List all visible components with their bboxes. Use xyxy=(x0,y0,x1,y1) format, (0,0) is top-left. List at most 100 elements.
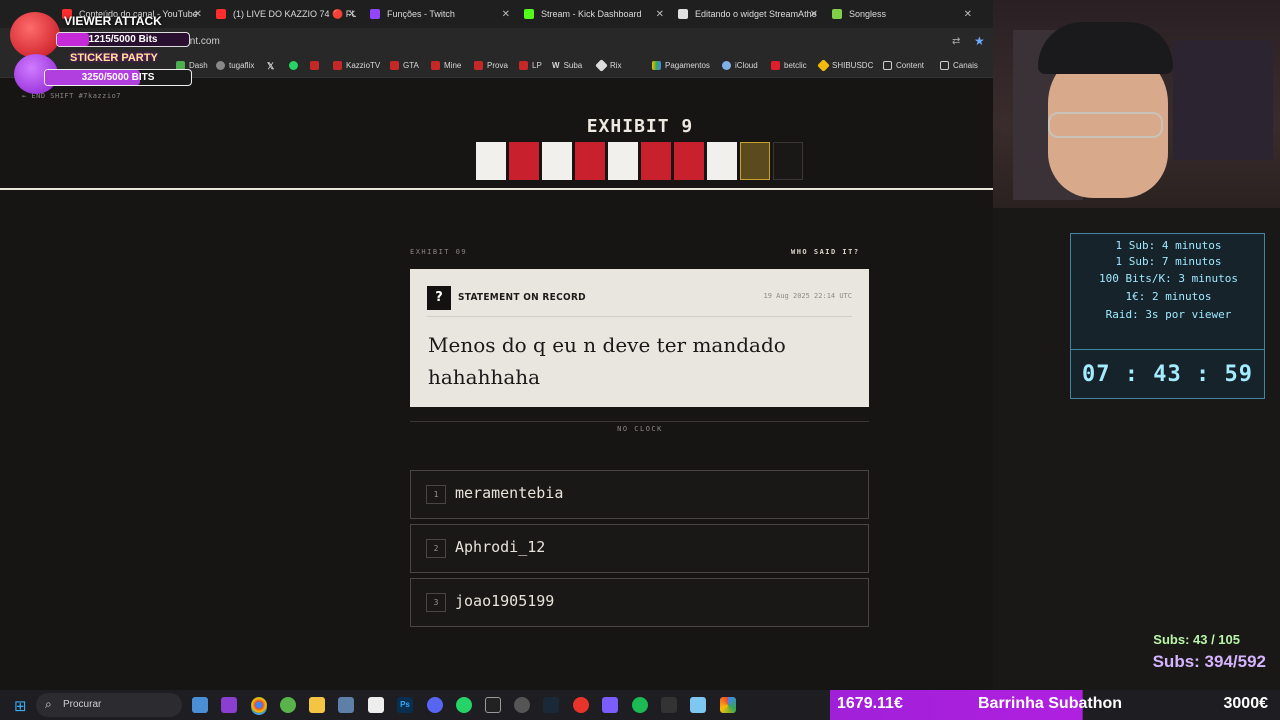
answer-option[interactable]: 2 Aphrodi_12 xyxy=(410,524,869,573)
rule-line: 1 Sub: 7 minutos xyxy=(1115,255,1222,268)
rule-line: 100 Bits/K: 3 minutos xyxy=(1098,272,1239,285)
camera-app-icon[interactable] xyxy=(221,697,237,713)
whatsapp-icon[interactable] xyxy=(456,697,472,713)
page-content: ← END SHIFT #7kazzio7 EXHIBIT 9 EXHIBIT … xyxy=(0,78,993,690)
google-drive-icon xyxy=(652,61,661,70)
card-divider xyxy=(427,316,852,317)
bits-progress-text: 1215/5000 Bits xyxy=(88,34,158,45)
diamond-icon xyxy=(595,59,608,72)
answer-option[interactable]: 1 meramentebia xyxy=(410,470,869,519)
bookmark-icloud[interactable]: iCloud xyxy=(722,61,758,70)
photoshop-icon[interactable]: Ps xyxy=(397,697,413,713)
notepad-icon[interactable] xyxy=(690,697,706,713)
viewer-attack-title: VIEWER ATTACK xyxy=(64,14,162,28)
x-logo-icon: 𝕏 xyxy=(267,61,275,71)
subathon-current: 1679.11€ xyxy=(837,695,903,712)
folder-icon[interactable] xyxy=(309,697,325,713)
bookmark-rix[interactable]: Rix xyxy=(595,59,622,72)
progress-square xyxy=(608,142,638,180)
bookmark-label: SHIBUSDC xyxy=(832,61,874,70)
tab-streamathon[interactable]: Editando o widget StreamAthe ✕ xyxy=(678,4,818,24)
tab-songless[interactable]: Songless ✕ xyxy=(832,4,972,24)
bookmark-betclic[interactable]: betclic xyxy=(771,61,807,70)
bookmark-prova[interactable]: Prova xyxy=(474,61,508,70)
bookmark-suba[interactable]: W Suba xyxy=(552,61,582,70)
bookmark-label: Prova xyxy=(487,61,508,70)
grid-app-icon[interactable] xyxy=(602,697,618,713)
bookmark-tugaflix[interactable]: tugaflix xyxy=(216,61,254,70)
bookmark-canais[interactable]: Canais xyxy=(940,61,978,70)
answer-number: 1 xyxy=(426,485,446,504)
bookmark-analytics[interactable] xyxy=(310,61,323,70)
tab-label: Editando o widget StreamAthe xyxy=(695,9,817,19)
webcam-feed xyxy=(993,0,1280,208)
answer-option[interactable]: 3 joao1905199 xyxy=(410,578,869,627)
subs-counter-primary: Subs: 43 / 105 xyxy=(1153,632,1240,647)
tab-kick[interactable]: Stream - Kick Dashboard ✕ xyxy=(524,4,664,24)
progress-square xyxy=(542,142,572,180)
bookmark-shibusdc[interactable]: SHIBUSDC xyxy=(817,59,874,72)
close-icon[interactable]: ✕ xyxy=(502,9,510,20)
chrome-icon[interactable] xyxy=(251,697,267,713)
bookmark-gta[interactable]: GTA xyxy=(390,61,419,70)
bookmark-pagamentos[interactable]: Pagamentos xyxy=(652,61,710,70)
close-icon[interactable]: ✕ xyxy=(656,9,664,20)
discord-icon[interactable] xyxy=(427,697,443,713)
app-icon[interactable] xyxy=(573,697,589,713)
bookmark-x[interactable]: 𝕏 xyxy=(267,61,274,72)
progress-square-current xyxy=(740,142,770,180)
bookmark-content[interactable]: Content xyxy=(883,61,924,70)
subathon-timer: 07 : 43 : 59 xyxy=(1071,349,1264,399)
calculator-icon[interactable] xyxy=(338,697,354,713)
star-icon[interactable]: ★ xyxy=(974,34,985,48)
webcam-background-shelf xyxy=(1173,40,1273,160)
progress-square xyxy=(476,142,506,180)
app-icon[interactable] xyxy=(368,697,384,713)
bookmark-label: Content xyxy=(896,61,925,70)
w-logo-icon: W xyxy=(552,61,560,70)
capcut-icon[interactable] xyxy=(661,697,677,713)
twitch-icon xyxy=(370,9,380,19)
steam-icon[interactable] xyxy=(543,697,559,713)
songless-icon xyxy=(832,9,842,19)
sticker-party-alert: STICKER PARTY 3250/5000 BITS xyxy=(14,50,192,94)
obs-icon[interactable] xyxy=(514,697,530,713)
close-icon[interactable]: ✕ xyxy=(194,9,202,20)
tab-label: Stream - Kick Dashboard xyxy=(541,9,642,19)
tab-twitch[interactable]: Funções - Twitch ✕ xyxy=(370,4,510,24)
bookmark-kazziotv[interactable]: KazzioTV xyxy=(333,61,380,70)
close-icon[interactable]: ✕ xyxy=(810,9,818,20)
statement-date: 19 Aug 2025 22:14 UTC xyxy=(763,292,852,300)
windows-start-icon[interactable]: ⊞ xyxy=(14,697,27,715)
spotify-icon[interactable] xyxy=(632,697,648,713)
taskbar-search[interactable]: ⌕ Procurar xyxy=(36,693,182,717)
widgets-icon[interactable] xyxy=(192,697,208,713)
subathon-bar: 1679.11€ Barrinha Subathon 3000€ xyxy=(830,690,1280,720)
header-divider xyxy=(0,188,993,190)
bookmark-label: LP xyxy=(532,61,542,70)
analytics-icon xyxy=(310,61,319,70)
bookmark-label: Suba xyxy=(563,61,583,70)
close-icon[interactable]: ✕ xyxy=(348,9,356,20)
tab-youtube-live[interactable]: (1) LIVE DO KAZZIO 74 🔴 FU ✕ xyxy=(216,4,356,24)
close-icon[interactable]: ✕ xyxy=(964,9,972,20)
analytics-icon xyxy=(390,61,399,70)
bookmark-whatsapp[interactable] xyxy=(289,61,302,70)
bookmark-label: tugaflix xyxy=(229,61,255,70)
bookmark-mine[interactable]: Mine xyxy=(431,61,461,70)
progress-squares xyxy=(476,142,803,180)
answer-name: joao1905199 xyxy=(455,592,555,610)
drive-icon[interactable] xyxy=(720,697,736,713)
streamer-cap xyxy=(1038,22,1173,74)
viewer-attack-alert: VIEWER ATTACK 1215/5000 Bits xyxy=(8,8,190,58)
answer-number: 3 xyxy=(426,593,446,612)
streamer-glasses xyxy=(1048,112,1163,138)
bookmark-lp[interactable]: LP xyxy=(519,61,542,70)
rule-line: 1 Sub: 4 minutos xyxy=(1115,239,1222,252)
answer-name: Aphrodi_12 xyxy=(455,538,546,556)
progress-square-empty xyxy=(773,142,803,180)
browser-icon[interactable] xyxy=(280,697,296,713)
bookmark-label: GTA xyxy=(403,61,419,70)
translate-icon[interactable]: ⇄ xyxy=(952,36,960,47)
epic-games-icon[interactable] xyxy=(485,697,501,713)
